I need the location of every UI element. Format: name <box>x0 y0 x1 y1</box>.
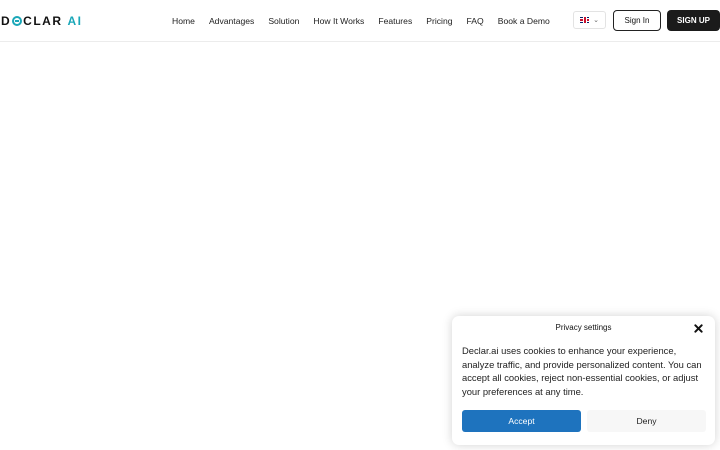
cookie-consent-dialog: Privacy settings Declar.ai uses cookies … <box>452 316 715 445</box>
close-icon[interactable] <box>693 323 703 333</box>
logo-e-mark-icon <box>12 16 23 26</box>
nav-item-how-it-works[interactable]: How It Works <box>313 16 364 26</box>
logo-ai-text: AI <box>67 14 83 28</box>
language-selector[interactable]: ⌄ <box>573 11 606 29</box>
chevron-down-icon: ⌄ <box>593 16 599 24</box>
deny-cookies-button[interactable]: Deny <box>587 410 706 432</box>
nav-item-solution[interactable]: Solution <box>268 16 299 26</box>
site-header: D CLAR AI Home Advantages Solution How I… <box>0 0 720 42</box>
cookie-dialog-title: Privacy settings <box>555 323 612 332</box>
nav-item-faq[interactable]: FAQ <box>467 16 484 26</box>
cookie-dialog-message: Declar.ai uses cookies to enhance your e… <box>462 345 702 397</box>
uk-flag-icon <box>580 17 590 23</box>
nav-item-advantages[interactable]: Advantages <box>209 16 254 26</box>
nav-item-features[interactable]: Features <box>378 16 412 26</box>
logo-text: CLAR <box>23 14 63 28</box>
sign-up-button[interactable]: SIGN UP <box>667 10 720 31</box>
sign-in-button[interactable]: Sign In <box>613 10 661 31</box>
nav-item-home[interactable]: Home <box>172 16 195 26</box>
main-nav: Home Advantages Solution How It Works Fe… <box>172 0 564 42</box>
nav-item-book-a-demo[interactable]: Book a Demo <box>498 16 550 26</box>
logo-letter-d: D <box>1 14 12 28</box>
accept-cookies-button[interactable]: Accept <box>462 410 581 432</box>
nav-item-pricing[interactable]: Pricing <box>426 16 452 26</box>
brand-logo[interactable]: D CLAR AI <box>1 14 83 28</box>
